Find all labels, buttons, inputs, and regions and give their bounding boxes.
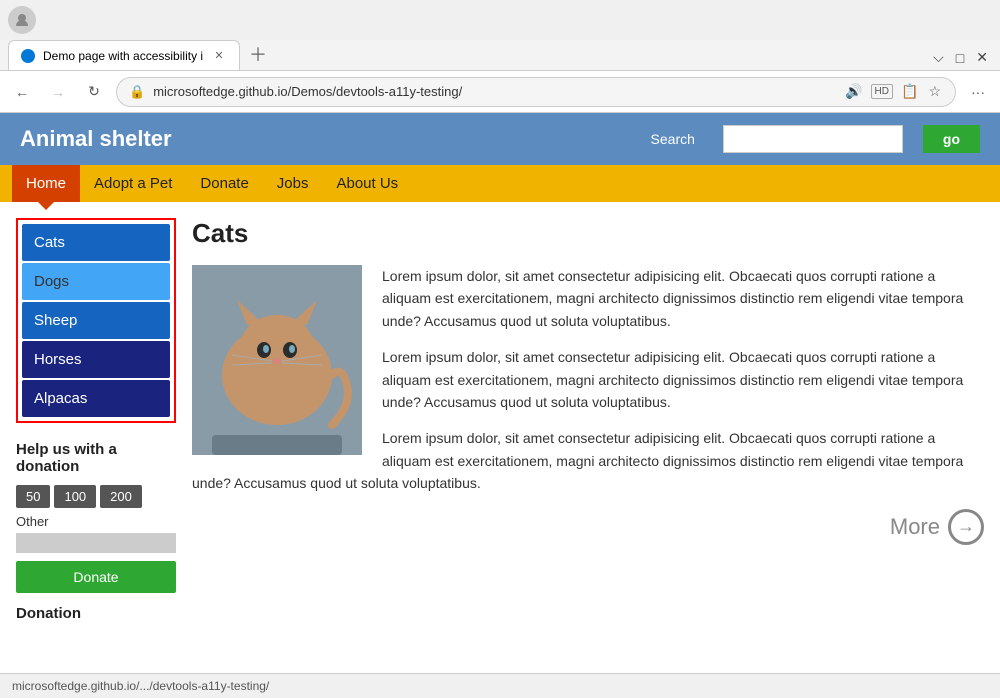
address-bar-actions: 🔊 HD 📋 ☆: [843, 81, 943, 102]
minimize-icon[interactable]: ⌵: [933, 49, 944, 66]
screenshot-icon[interactable]: 📋: [899, 81, 920, 102]
amount-50-btn[interactable]: 50: [16, 485, 50, 508]
title-bar: [0, 0, 1000, 40]
sidebar-item-alpacas[interactable]: Alpacas: [22, 380, 170, 417]
search-go-button[interactable]: go: [923, 125, 980, 153]
sidebar-item-dogs[interactable]: Dogs: [22, 263, 170, 300]
cat-image: [192, 265, 362, 455]
search-label: Search: [651, 131, 695, 147]
donation-widget: Help us with a donation 50 100 200 Other…: [16, 441, 176, 622]
lock-icon: 🔒: [129, 84, 145, 100]
donation-title: Help us with a donation: [16, 441, 176, 475]
read-aloud-icon[interactable]: 🔊: [843, 81, 864, 102]
sidebar-animal-list: Cats Dogs Sheep Horses Alpacas: [16, 218, 176, 423]
sidebar-item-sheep[interactable]: Sheep: [22, 302, 170, 339]
amount-200-btn[interactable]: 200: [100, 485, 142, 508]
nav-item-jobs[interactable]: Jobs: [263, 165, 323, 202]
maximize-icon[interactable]: □: [956, 50, 964, 66]
favorites-icon[interactable]: ☆: [926, 81, 943, 102]
url-text: microsoftedge.github.io/Demos/devtools-a…: [153, 84, 462, 99]
close-icon[interactable]: ✕: [976, 49, 988, 66]
content-body: Lorem ipsum dolor, sit amet consectetur …: [192, 265, 984, 545]
nav-item-home[interactable]: Home: [12, 165, 80, 202]
address-bar-area: ← → ↻ 🔒 microsoftedge.github.io/Demos/de…: [0, 71, 1000, 113]
more-arrow-icon: →: [948, 509, 984, 545]
browser-chrome: Demo page with accessibility iss ✕ ＋ ⌵ □…: [0, 0, 1000, 113]
more-label: More: [890, 514, 940, 540]
tab-close-btn[interactable]: ✕: [211, 48, 227, 64]
new-tab-btn[interactable]: ＋: [244, 40, 272, 68]
site-nav: Home Adopt a Pet Donate Jobs About Us: [0, 165, 1000, 202]
tab-bar: Demo page with accessibility iss ✕ ＋ ⌵ □…: [0, 40, 1000, 71]
forward-button[interactable]: →: [44, 78, 72, 106]
page-content: Animal shelter Search go Home Adopt a Pe…: [0, 113, 1000, 673]
tab-title: Demo page with accessibility iss: [43, 49, 203, 63]
site-title: Animal shelter: [20, 126, 631, 152]
nav-item-about[interactable]: About Us: [322, 165, 412, 202]
nav-item-donate[interactable]: Donate: [186, 165, 262, 202]
amount-100-btn[interactable]: 100: [54, 485, 96, 508]
site-header: Animal shelter Search go: [0, 113, 1000, 165]
browser-toolbar: ···: [964, 78, 992, 106]
active-tab[interactable]: Demo page with accessibility iss ✕: [8, 40, 240, 70]
other-label: Other: [16, 514, 176, 529]
content-area: Cats: [192, 218, 984, 657]
sidebar: Cats Dogs Sheep Horses Alpacas Help us w…: [16, 218, 176, 657]
hd-icon[interactable]: HD: [871, 84, 893, 99]
status-url: microsoftedge.github.io/.../devtools-a11…: [12, 679, 269, 693]
refresh-button[interactable]: ↻: [80, 78, 108, 106]
sidebar-item-horses[interactable]: Horses: [22, 341, 170, 378]
back-button[interactable]: ←: [8, 78, 36, 106]
status-bar: microsoftedge.github.io/.../devtools-a11…: [0, 673, 1000, 697]
window-buttons: ⌵ □ ✕: [921, 45, 1000, 70]
tab-favicon: [21, 49, 35, 63]
main-layout: Cats Dogs Sheep Horses Alpacas Help us w…: [0, 202, 1000, 673]
donate-button[interactable]: Donate: [16, 561, 176, 593]
more-link[interactable]: More →: [192, 509, 984, 545]
profile-avatar[interactable]: [8, 6, 36, 34]
content-title: Cats: [192, 218, 984, 249]
sidebar-item-cats[interactable]: Cats: [22, 224, 170, 261]
search-input[interactable]: [723, 125, 903, 153]
more-options-icon[interactable]: ···: [964, 78, 992, 106]
other-amount-input[interactable]: [16, 533, 176, 553]
donation-footer: Donation: [16, 605, 176, 622]
donation-amounts: 50 100 200: [16, 485, 176, 508]
address-bar[interactable]: 🔒 microsoftedge.github.io/Demos/devtools…: [116, 77, 956, 107]
nav-item-adopt[interactable]: Adopt a Pet: [80, 165, 186, 202]
